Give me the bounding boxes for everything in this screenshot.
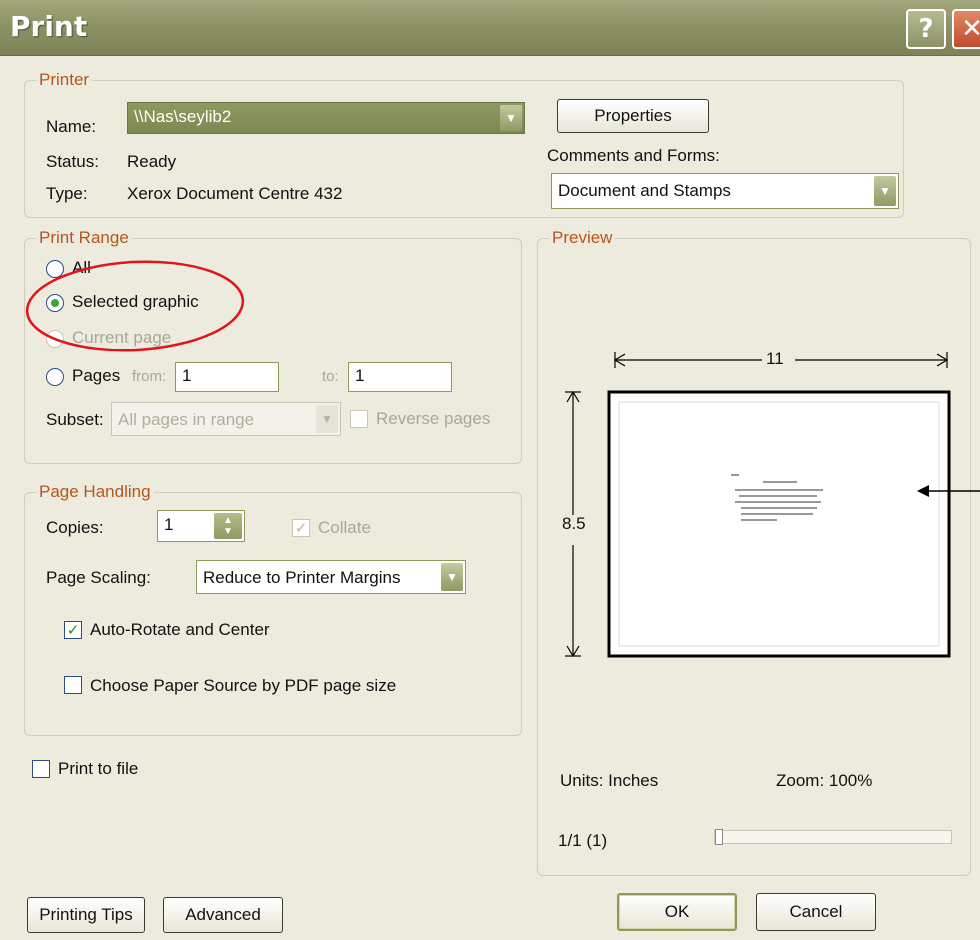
from-label: from:: [132, 368, 167, 385]
preview-area: [565, 352, 951, 658]
page-handling-legend: Page Handling: [36, 482, 154, 502]
page-scaling-select[interactable]: Reduce to Printer Margins ▼: [196, 560, 466, 594]
radio-pages-label: Pages: [72, 366, 121, 385]
page-counter: 1/1 (1): [558, 831, 608, 850]
chevron-down-icon: ▼: [441, 563, 463, 591]
preview-width-dimension: 11: [762, 349, 788, 369]
subset-value: All pages in range: [118, 410, 255, 429]
close-button[interactable]: ✕: [952, 9, 980, 49]
comments-label: Comments and Forms:: [547, 146, 720, 165]
units-label: Units: Inches: [560, 771, 659, 790]
printer-legend: Printer: [36, 70, 93, 90]
type-label: Type:: [46, 184, 88, 203]
status-value: Ready: [127, 152, 177, 171]
auto-rotate-checkbox[interactable]: ✓: [64, 621, 82, 639]
spinner-icon[interactable]: ▲ ▼: [214, 513, 242, 539]
collate-label: Collate: [318, 518, 371, 537]
subset-select[interactable]: All pages in range ▼: [111, 402, 341, 436]
reverse-pages-checkbox[interactable]: [350, 410, 368, 428]
annotation-circle: [25, 260, 245, 352]
chevron-down-icon: ▼: [500, 105, 522, 131]
printer-name-select[interactable]: \\Nas\seylib2 ▼: [127, 102, 525, 134]
page-scaling-label: Page Scaling:: [46, 568, 151, 587]
subset-label: Subset:: [46, 410, 104, 429]
printer-name-value: \\Nas\seylib2: [134, 107, 232, 126]
to-label: to:: [322, 368, 339, 385]
type-value: Xerox Document Centre 432: [127, 184, 343, 203]
auto-rotate-label: Auto-Rotate and Center: [90, 620, 270, 639]
print-range-legend: Print Range: [36, 228, 132, 248]
properties-button[interactable]: Properties: [557, 99, 709, 133]
reverse-pages-label: Reverse pages: [376, 409, 491, 428]
comments-forms-select[interactable]: Document and Stamps ▼: [551, 173, 899, 209]
to-value: 1: [355, 366, 365, 385]
copies-label: Copies:: [46, 518, 104, 537]
preview-height-dimension: 8.5: [562, 514, 586, 533]
page-slider-track[interactable]: [714, 829, 952, 845]
preview-legend: Preview: [549, 228, 616, 248]
name-label: Name:: [46, 117, 97, 136]
zoom-label: Zoom: 100%: [776, 771, 873, 790]
printing-tips-button[interactable]: Printing Tips: [27, 897, 145, 933]
from-input[interactable]: 1: [175, 362, 279, 392]
window-title: Print: [10, 10, 88, 43]
to-input[interactable]: 1: [348, 362, 452, 392]
question-icon: ?: [918, 14, 934, 44]
help-button[interactable]: ?: [906, 9, 946, 49]
page-slider-thumb[interactable]: [715, 829, 723, 845]
collate-checkbox[interactable]: ✓: [292, 519, 310, 537]
cancel-button[interactable]: Cancel: [756, 893, 876, 931]
copies-stepper[interactable]: 1 ▲ ▼: [157, 510, 245, 542]
close-icon: ✕: [961, 14, 980, 44]
annotation-arrow-icon: [917, 485, 980, 497]
from-value: 1: [182, 366, 192, 385]
paper-source-checkbox[interactable]: [64, 676, 82, 694]
ok-button[interactable]: OK: [617, 893, 737, 931]
paper-source-label: Choose Paper Source by PDF page size: [90, 676, 397, 695]
page-scaling-value: Reduce to Printer Margins: [203, 568, 401, 587]
radio-pages[interactable]: [46, 368, 64, 386]
copies-value: 1: [164, 515, 174, 534]
chevron-down-icon: ▼: [316, 405, 338, 433]
chevron-down-icon: ▼: [874, 176, 896, 206]
advanced-button[interactable]: Advanced: [163, 897, 283, 933]
print-to-file-checkbox[interactable]: [32, 760, 50, 778]
print-to-file-label: Print to file: [58, 759, 139, 778]
comments-forms-value: Document and Stamps: [558, 181, 731, 200]
status-label: Status:: [46, 152, 99, 171]
title-bar: [0, 0, 980, 56]
